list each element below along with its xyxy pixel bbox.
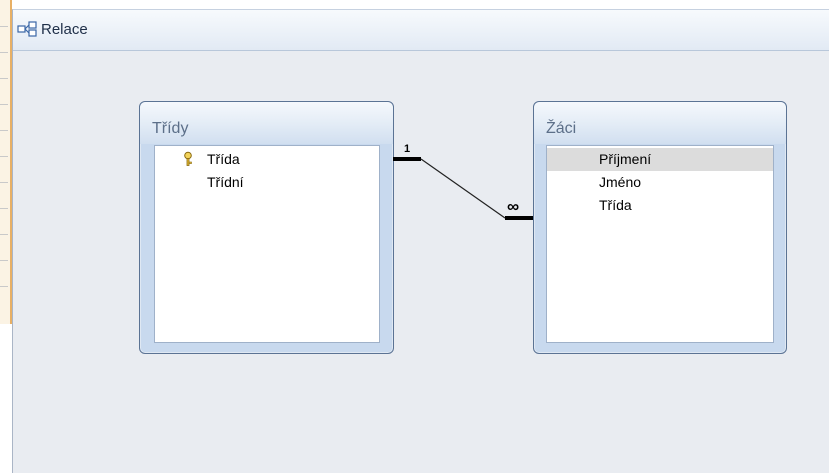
relationship-connector[interactable]: 1 ∞ xyxy=(0,0,829,472)
many-side-label: ∞ xyxy=(507,197,519,216)
relationship-line xyxy=(420,158,506,219)
one-side-label: 1 xyxy=(404,143,410,155)
